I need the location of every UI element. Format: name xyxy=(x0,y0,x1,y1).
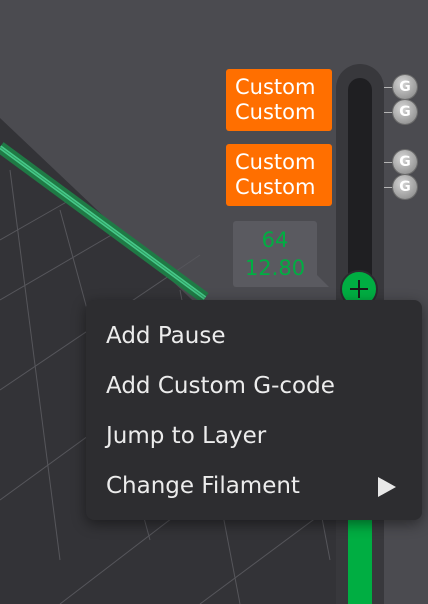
layer-slider-fill xyxy=(348,520,372,604)
marker-label: Custom xyxy=(235,175,316,199)
layer-context-menu: Add Pause Add Custom G-code Jump to Laye… xyxy=(86,300,422,520)
marker-label: Custom xyxy=(235,100,316,124)
menu-item-jump-to-layer[interactable]: Jump to Layer xyxy=(86,412,422,460)
menu-item-change-filament[interactable]: Change Filament xyxy=(86,462,422,510)
gcode-icon[interactable]: G xyxy=(393,100,417,124)
current-layer-label: 64 12.80 xyxy=(233,221,329,287)
submenu-arrow-icon xyxy=(378,477,396,497)
menu-item-label: Add Custom G-code xyxy=(106,373,335,399)
gcode-icon[interactable]: G xyxy=(393,150,417,174)
gcode-icon[interactable]: G xyxy=(393,75,417,99)
layer-height: 12.80 xyxy=(244,256,306,280)
custom-gcode-marker[interactable]: Custom Custom xyxy=(226,144,332,206)
custom-gcode-marker[interactable]: Custom Custom xyxy=(226,69,332,131)
menu-item-label: Add Pause xyxy=(106,323,226,349)
menu-item-add-custom-gcode[interactable]: Add Custom G-code xyxy=(86,362,422,410)
menu-item-label: Change Filament xyxy=(106,473,300,499)
menu-item-label: Jump to Layer xyxy=(106,423,267,449)
menu-item-add-pause[interactable]: Add Pause xyxy=(86,312,422,360)
layer-number: 64 xyxy=(261,228,289,252)
marker-label: Custom xyxy=(235,75,316,99)
gcode-icon[interactable]: G xyxy=(393,175,417,199)
marker-label: Custom xyxy=(235,150,316,174)
